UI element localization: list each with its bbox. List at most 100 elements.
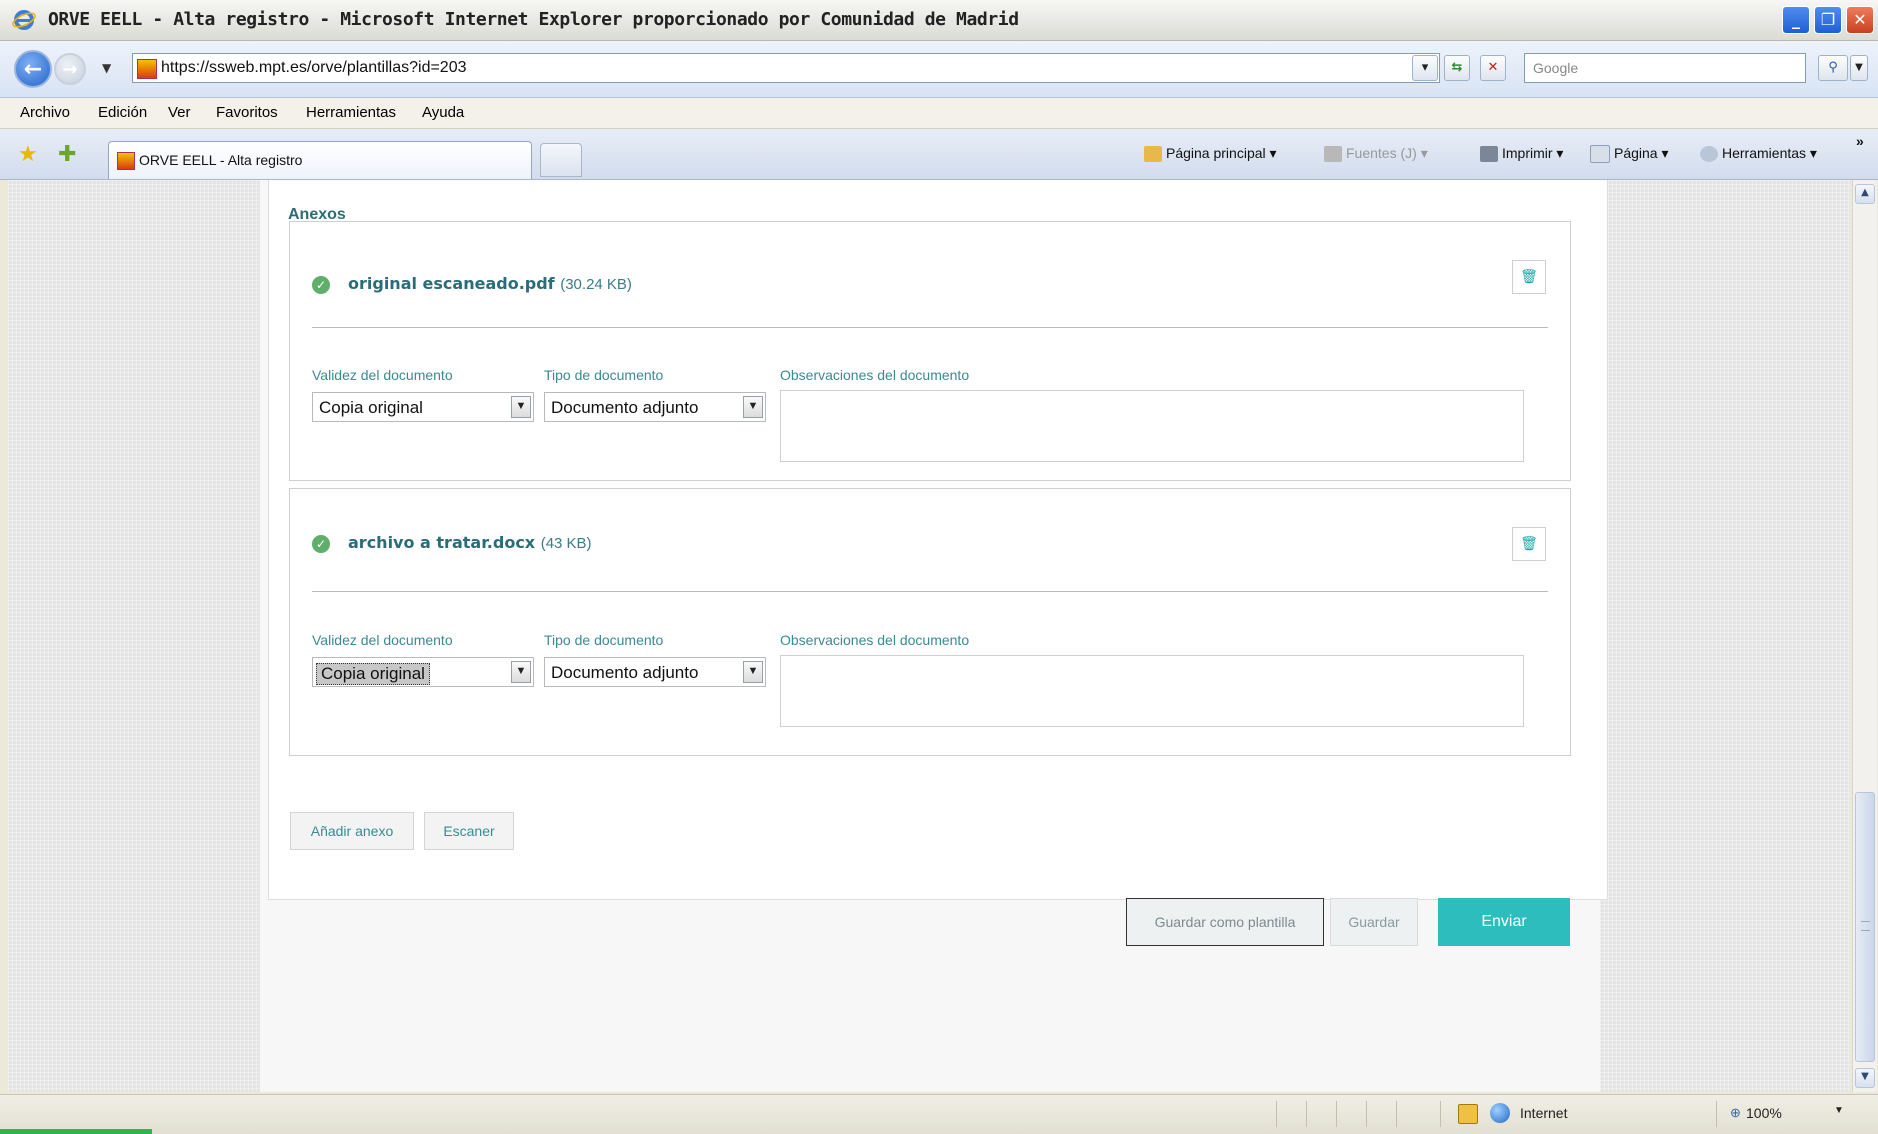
validity-value: Copia original	[316, 663, 430, 685]
send-button[interactable]: Enviar	[1438, 898, 1570, 946]
divider	[1366, 1101, 1367, 1127]
menu-herramientas[interactable]: Herramientas	[306, 104, 396, 121]
back-button[interactable]: ←	[14, 50, 52, 88]
add-favorites-star-icon[interactable]: ✚	[58, 141, 76, 167]
file-name-text: archivo a tratar.docx	[348, 533, 536, 552]
print-button[interactable]: Imprimir ▾	[1480, 145, 1563, 163]
menu-ayuda[interactable]: Ayuda	[422, 104, 464, 121]
new-tab-button[interactable]	[540, 143, 582, 177]
home-button[interactable]: Página principal ▾	[1144, 145, 1277, 163]
forward-button[interactable]: →	[54, 53, 86, 85]
menu-edicion[interactable]: Edición	[98, 104, 147, 121]
validity-select[interactable]: Copia original ▼	[312, 392, 534, 422]
back-arrow-icon: ←	[23, 57, 43, 82]
maximize-button[interactable]: ❐	[1814, 6, 1842, 34]
tools-menu-button[interactable]: Herramientas ▾	[1700, 145, 1817, 163]
validity-select[interactable]: Copia original ▼	[312, 657, 534, 687]
document-type-select[interactable]: Documento adjunto ▼	[544, 657, 766, 687]
page-viewport: Anexos ✓ original escaneado.pdf (30.24 K…	[8, 180, 1850, 1092]
chevron-down-icon: ▼	[1861, 1071, 1869, 1082]
status-bar: Internet ⊕ 100% ▼	[0, 1094, 1878, 1134]
chevron-down-icon: ▼	[1855, 62, 1863, 73]
zoom-level[interactable]: 100%	[1746, 1105, 1782, 1121]
add-annex-button[interactable]: Añadir anexo	[290, 812, 414, 850]
validity-label: Validez del documento	[312, 632, 453, 648]
tab-orve-alta-registro[interactable]: ORVE EELL - Alta registro	[108, 141, 532, 179]
trash-icon: 🗑	[1520, 536, 1538, 552]
refresh-icon: ⇆	[1451, 60, 1463, 75]
scroll-up-button[interactable]: ▲	[1855, 184, 1875, 204]
grip-icon	[1861, 921, 1870, 931]
feeds-label: Fuentes (J)	[1346, 145, 1417, 161]
divider	[1716, 1101, 1717, 1127]
security-zone-label: Internet	[1520, 1105, 1568, 1121]
observations-textarea[interactable]	[780, 390, 1524, 462]
print-label: Imprimir	[1502, 145, 1553, 161]
protected-mode-icon[interactable]	[1458, 1104, 1478, 1124]
observations-label: Observaciones del documento	[780, 632, 970, 648]
address-toolbar: ← → ▼ https://ssweb.mpt.es/orve/plantill…	[0, 41, 1878, 98]
site-favicon-icon	[137, 59, 157, 79]
menu-favoritos[interactable]: Favoritos	[216, 104, 278, 121]
forward-arrow-icon: →	[62, 59, 78, 80]
feeds-button[interactable]: Fuentes (J) ▾	[1324, 145, 1428, 163]
document-type-value: Documento adjunto	[551, 398, 699, 417]
annex-file-name: archivo a tratar.docx (43 KB)	[348, 533, 592, 552]
menu-archivo[interactable]: Archivo	[20, 104, 70, 121]
chevron-down-icon: ▾	[1421, 60, 1429, 75]
divider	[1336, 1101, 1337, 1127]
chevron-up-icon: ▲	[1861, 187, 1869, 198]
menu-ver[interactable]: Ver	[168, 104, 191, 121]
observations-label: Observaciones del documento	[780, 367, 970, 383]
trash-icon: 🗑	[1520, 269, 1538, 285]
refresh-button[interactable]: ⇆	[1444, 55, 1470, 81]
divider	[1396, 1101, 1397, 1127]
home-icon	[1144, 146, 1162, 163]
toolbar-overflow-icon[interactable]: »	[1856, 133, 1864, 149]
minimize-button[interactable]: _	[1782, 6, 1810, 34]
chevron-down-icon: ▼	[511, 661, 531, 683]
scroll-thumb[interactable]	[1855, 792, 1875, 1062]
chevron-down-icon: ▼	[511, 396, 531, 418]
file-size: (43 KB)	[540, 535, 592, 552]
delete-annex-button[interactable]: 🗑	[1512, 527, 1546, 561]
save-button[interactable]: Guardar	[1330, 898, 1418, 946]
check-circle-icon: ✓	[312, 276, 330, 294]
zoom-dropdown-icon[interactable]: ▼	[1834, 1105, 1844, 1116]
tab-command-bar: ★ ✚ ORVE EELL - Alta registro Página pri…	[0, 129, 1878, 180]
observations-textarea[interactable]	[780, 655, 1524, 727]
annex-card: ✓ archivo a tratar.docx (43 KB) 🗑 Valide…	[289, 488, 1571, 756]
page-icon	[1590, 145, 1610, 164]
annex-file-name: original escaneado.pdf (30.24 KB)	[348, 274, 632, 293]
document-type-label: Tipo de documento	[544, 367, 664, 383]
url-text: https://ssweb.mpt.es/orve/plantillas?id=…	[161, 59, 467, 76]
favorites-center-star-icon[interactable]: ★	[18, 141, 38, 167]
recent-pages-dropdown-icon[interactable]: ▼	[102, 61, 111, 75]
window-title-bar: ORVE EELL - Alta registro - Microsoft In…	[0, 0, 1878, 41]
status-progress-bar	[0, 1129, 152, 1134]
document-type-select[interactable]: Documento adjunto ▼	[544, 392, 766, 422]
scroll-down-button[interactable]: ▼	[1855, 1068, 1875, 1088]
delete-annex-button[interactable]: 🗑	[1512, 260, 1546, 294]
page-menu-button[interactable]: Página ▾	[1590, 145, 1669, 164]
stop-icon: ✕	[1487, 60, 1499, 75]
save-as-template-button[interactable]: Guardar como plantilla	[1126, 898, 1324, 946]
vertical-scrollbar[interactable]: ▲ ▼	[1852, 180, 1877, 1092]
search-input[interactable]: Google	[1524, 53, 1806, 83]
zoom-magnifier-icon: ⊕	[1730, 1105, 1741, 1120]
scan-button[interactable]: Escaner	[424, 812, 514, 850]
window-title: ORVE EELL - Alta registro - Microsoft In…	[48, 9, 1019, 30]
chevron-down-icon: ▼	[743, 661, 763, 683]
search-options-button[interactable]: ▼	[1850, 55, 1868, 81]
search-button[interactable]: ⚲	[1818, 55, 1848, 81]
annex-card: ✓ original escaneado.pdf (30.24 KB) 🗑 Va…	[289, 221, 1571, 481]
home-label: Página principal	[1166, 145, 1266, 161]
stop-button[interactable]: ✕	[1480, 55, 1506, 81]
gear-icon	[1700, 146, 1718, 163]
url-history-dropdown-button[interactable]: ▾	[1412, 55, 1438, 81]
url-field[interactable]: https://ssweb.mpt.es/orve/plantillas?id=…	[132, 53, 1440, 83]
divider	[1306, 1101, 1307, 1127]
search-icon: ⚲	[1828, 60, 1838, 75]
close-window-button[interactable]: ✕	[1846, 6, 1874, 34]
document-type-label: Tipo de documento	[544, 632, 664, 648]
